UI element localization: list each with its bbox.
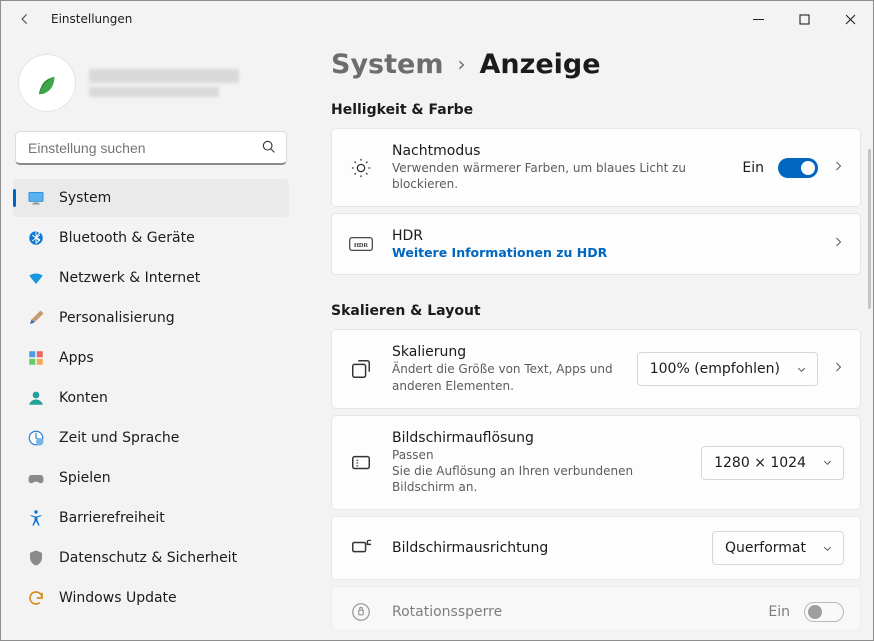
main-panel: System › Anzeige Helligkeit & Farbe Nach… <box>301 37 873 640</box>
nav-label: Barrierefreiheit <box>59 510 165 526</box>
close-button[interactable] <box>827 1 873 37</box>
apps-icon <box>27 349 45 367</box>
nav-label: Netzwerk & Internet <box>59 270 200 286</box>
chevron-down-icon <box>796 364 807 375</box>
hdr-link[interactable]: Weitere Informationen zu HDR <box>392 245 814 260</box>
profile-block[interactable] <box>13 49 289 125</box>
resolution-icon <box>348 452 374 474</box>
scaling-title: Skalierung <box>392 344 619 360</box>
maximize-button[interactable] <box>781 1 827 37</box>
wifi-icon <box>27 269 45 287</box>
chevron-right-icon: › <box>457 52 465 76</box>
titlebar: Einstellungen <box>1 1 873 37</box>
hdr-icon: HDR <box>348 236 374 252</box>
resolution-sub: Passen Sie die Auflösung an Ihren verbun… <box>392 447 683 496</box>
nav-label: Spielen <box>59 470 111 486</box>
breadcrumb-current: Anzeige <box>479 49 600 80</box>
card-night-mode[interactable]: Nachtmodus Verwenden wärmerer Farben, um… <box>331 128 861 207</box>
avatar <box>19 55 75 111</box>
nav-label: Apps <box>59 350 94 366</box>
night-state-label: Ein <box>742 160 764 176</box>
card-hdr[interactable]: HDR HDR Weitere Informationen zu HDR <box>331 213 861 275</box>
scaling-icon <box>348 358 374 380</box>
card-resolution[interactable]: Bildschirmauflösung Passen Sie die Auflö… <box>331 415 861 511</box>
hdr-title: HDR <box>392 228 814 244</box>
scrollbar[interactable] <box>868 149 871 309</box>
settings-window: Einstellungen <box>0 0 874 641</box>
breadcrumb: System › Anzeige <box>331 49 861 80</box>
resolution-title: Bildschirmauflösung <box>392 430 683 446</box>
nav-list: System Bluetooth & Geräte Netzwerk & Int… <box>13 179 289 617</box>
nav-item-windows-update[interactable]: Windows Update <box>13 579 289 617</box>
shield-icon <box>27 549 45 567</box>
card-scaling[interactable]: Skalierung Ändert die Größe von Text, Ap… <box>331 329 861 408</box>
scaling-sub: Ändert die Größe von Text, Apps und ande… <box>392 361 619 393</box>
nav-item-personalization[interactable]: Personalisierung <box>13 299 289 337</box>
orientation-icon <box>348 537 374 559</box>
resolution-dropdown[interactable]: 1280 × 1024 <box>701 446 844 480</box>
night-title: Nachtmodus <box>392 143 724 159</box>
svg-text:HDR: HDR <box>354 242 369 249</box>
chevron-down-icon <box>822 543 833 554</box>
night-light-icon <box>348 157 374 179</box>
search-input[interactable] <box>15 131 287 165</box>
night-toggle[interactable] <box>778 158 818 178</box>
section-brightness-title: Helligkeit & Farbe <box>331 102 861 118</box>
profile-text <box>89 69 239 97</box>
nav-item-accounts[interactable]: Konten <box>13 379 289 417</box>
rotation-toggle <box>804 602 844 622</box>
orientation-title: Bildschirmausrichtung <box>392 540 694 556</box>
resolution-value: 1280 × 1024 <box>714 455 806 471</box>
chevron-right-icon[interactable] <box>832 160 844 176</box>
window-title: Einstellungen <box>51 12 132 26</box>
search-box[interactable] <box>15 131 287 165</box>
orientation-dropdown[interactable]: Querformat <box>712 531 844 565</box>
chevron-right-icon[interactable] <box>832 361 844 377</box>
nav-label: Windows Update <box>59 590 177 606</box>
nav-item-accessibility[interactable]: Barrierefreiheit <box>13 499 289 537</box>
card-rotation-lock: Rotationssperre Ein <box>331 586 861 629</box>
globe-clock-icon <box>27 429 45 447</box>
nav-label: Zeit und Sprache <box>59 430 179 446</box>
nav-label: Personalisierung <box>59 310 175 326</box>
profile-email-redacted <box>89 87 219 97</box>
nav-label: Datenschutz & Sicherheit <box>59 550 237 566</box>
breadcrumb-root[interactable]: System <box>331 49 443 80</box>
search-icon <box>261 139 277 159</box>
display-icon <box>27 189 45 207</box>
nav-item-privacy[interactable]: Datenschutz & Sicherheit <box>13 539 289 577</box>
sidebar: System Bluetooth & Geräte Netzwerk & Int… <box>1 37 301 640</box>
person-icon <box>27 389 45 407</box>
scaling-dropdown[interactable]: 100% (empfohlen) <box>637 352 818 386</box>
rotation-lock-icon <box>348 601 374 623</box>
chevron-right-icon[interactable] <box>832 236 844 252</box>
back-button[interactable] <box>9 12 41 26</box>
minimize-button[interactable] <box>735 1 781 37</box>
nav-item-network[interactable]: Netzwerk & Internet <box>13 259 289 297</box>
orientation-value: Querformat <box>725 540 806 556</box>
nav-item-system[interactable]: System <box>13 179 289 217</box>
nav-item-apps[interactable]: Apps <box>13 339 289 377</box>
nav-label: Bluetooth & Geräte <box>59 230 195 246</box>
accessibility-icon <box>27 509 45 527</box>
update-icon <box>27 589 45 607</box>
gamepad-icon <box>27 469 45 487</box>
bluetooth-icon <box>27 229 45 247</box>
nav-item-time-language[interactable]: Zeit und Sprache <box>13 419 289 457</box>
paintbrush-icon <box>27 309 45 327</box>
nav-label: Konten <box>59 390 108 406</box>
nav-item-bluetooth[interactable]: Bluetooth & Geräte <box>13 219 289 257</box>
rotation-state-label: Ein <box>768 604 790 620</box>
nav-item-gaming[interactable]: Spielen <box>13 459 289 497</box>
scaling-value: 100% (empfohlen) <box>650 361 780 377</box>
card-orientation[interactable]: Bildschirmausrichtung Querformat <box>331 516 861 580</box>
profile-name-redacted <box>89 69 239 83</box>
nav-label: System <box>59 190 111 206</box>
night-sub: Verwenden wärmerer Farben, um blaues Lic… <box>392 160 712 192</box>
chevron-down-icon <box>822 457 833 468</box>
rotation-title: Rotationssperre <box>392 604 750 620</box>
section-scale-title: Skalieren & Layout <box>331 303 861 319</box>
